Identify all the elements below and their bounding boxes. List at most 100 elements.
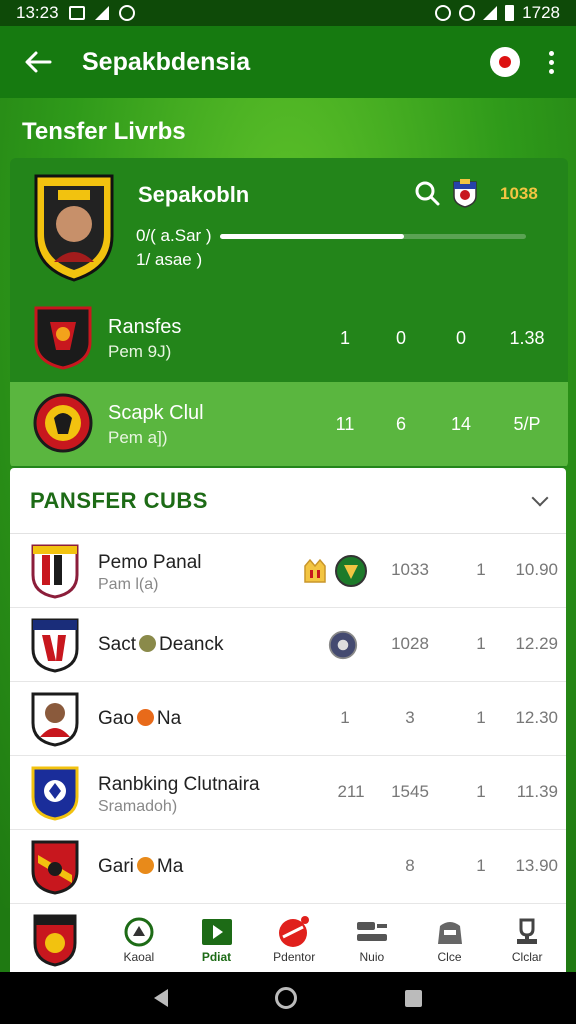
player-avatar-icon bbox=[31, 692, 79, 747]
nav-item-label: Pdentor bbox=[273, 950, 316, 964]
list-item-value: 1 bbox=[476, 634, 486, 653]
featured-line-2: 1/ asae ) bbox=[136, 250, 203, 269]
list-item-name-b: Deanck bbox=[159, 634, 224, 655]
app-bar: Sepakbdensia bbox=[0, 26, 576, 98]
crown-badge-icon bbox=[304, 558, 326, 583]
club-stat: 5/P bbox=[513, 414, 541, 434]
more-vertical-icon bbox=[548, 50, 554, 56]
list-item-name: Sact Deanck bbox=[98, 634, 223, 656]
club-stat: 1.38 bbox=[509, 328, 545, 348]
list-item-value: 1 bbox=[340, 708, 350, 727]
clubs-list: PANSFER CUBS Pemo Panal Pam l(a) 1033 1 … bbox=[10, 468, 566, 908]
list-item-value: 10.90 bbox=[515, 560, 558, 579]
battery-icon bbox=[505, 5, 515, 21]
ball-icon bbox=[279, 916, 310, 947]
search-icon[interactable] bbox=[414, 180, 440, 206]
list-item-name: Ranbking Clutnaira bbox=[98, 774, 260, 795]
profile-button[interactable] bbox=[490, 47, 520, 77]
list-item-value: 1 bbox=[476, 782, 486, 801]
section-title: Tensfer Livrbs bbox=[22, 118, 186, 145]
play-icon bbox=[201, 919, 232, 945]
trophy-icon bbox=[517, 918, 538, 944]
club-subtitle: Pem a]) bbox=[108, 428, 168, 447]
nav-item-active[interactable]: Pdiat bbox=[178, 916, 256, 964]
more-options-button[interactable] bbox=[546, 50, 556, 74]
list-item-subtitle: Sramadoh) bbox=[98, 798, 178, 815]
flag-badge-icon bbox=[453, 179, 477, 208]
nav-item-label: Clclar bbox=[511, 950, 543, 964]
nav-item[interactable]: Clclar bbox=[488, 916, 566, 964]
club-badge-icon bbox=[328, 630, 358, 660]
featured-name: Sepakobln bbox=[138, 182, 250, 207]
list-item[interactable]: Pemo Panal Pam l(a) 1033 1 10.90 bbox=[10, 534, 566, 608]
club-stat: 0 bbox=[395, 328, 406, 348]
featured-score: 1038 bbox=[500, 184, 538, 203]
list-item-name-b: Ma bbox=[156, 856, 184, 877]
club-row[interactable]: Ransfes Pem 9J) 1 0 0 1.38 bbox=[10, 296, 568, 380]
player-crest-icon bbox=[34, 174, 114, 282]
nav-item[interactable]: Clce bbox=[411, 916, 489, 964]
list-item-value: 1033 bbox=[391, 560, 429, 579]
list-item-name-a: Gari bbox=[98, 856, 134, 877]
list-item-value: 12.29 bbox=[515, 634, 558, 653]
list-item-name-a: Sact bbox=[98, 634, 137, 655]
list-title: PANSFER CUBS bbox=[30, 487, 208, 513]
club-badge-icon bbox=[335, 555, 367, 587]
ball-icon bbox=[139, 635, 157, 652]
status-bar: 13:23 1728 bbox=[0, 0, 576, 26]
list-item-name: Gari Ma bbox=[98, 856, 183, 878]
nav-item[interactable]: Pdentor bbox=[255, 916, 333, 964]
back-button[interactable] bbox=[20, 44, 56, 80]
sync-icon bbox=[118, 5, 135, 21]
nav-item[interactable]: Kaoal bbox=[100, 916, 178, 964]
featured-player[interactable]: Sepakobln 0/( a.Sar ) 1/ asae ) 1038 bbox=[10, 158, 568, 286]
system-recents-icon[interactable] bbox=[405, 989, 423, 1007]
ball-icon bbox=[136, 709, 154, 726]
system-home-icon[interactable] bbox=[275, 987, 298, 1009]
list-item[interactable]: Gari Ma 8 1 13.90 bbox=[10, 830, 566, 904]
list-item-value: 1028 bbox=[391, 634, 429, 653]
list-item-value: 1 bbox=[476, 560, 486, 579]
list-item-name: Gao Na bbox=[98, 708, 181, 730]
club-stat: 14 bbox=[450, 414, 472, 434]
whistle-icon bbox=[124, 917, 154, 947]
list-item-value: 13.90 bbox=[515, 856, 558, 875]
list-item-value: 1 bbox=[476, 856, 486, 875]
list-header[interactable]: PANSFER CUBS bbox=[10, 468, 566, 534]
list-item-value: 1545 bbox=[391, 782, 429, 801]
list-item-value: 3 bbox=[405, 708, 415, 727]
club-row-selected[interactable]: Scapk Clul Pem a]) 11 6 14 5/P bbox=[10, 382, 568, 466]
list-item-name-b: Na bbox=[156, 708, 182, 729]
nav-club-crest[interactable] bbox=[10, 913, 100, 967]
shirt-icon bbox=[437, 922, 462, 944]
app-title: Sepakbdensia bbox=[82, 47, 251, 76]
list-item[interactable]: Ranbking Clutnaira Sramadoh) 211 1545 1 … bbox=[10, 756, 566, 830]
featured-progress-fill bbox=[220, 234, 404, 239]
list-item-value: 11.39 bbox=[516, 782, 558, 801]
mute-icon bbox=[435, 5, 452, 21]
club-stat: 0 bbox=[455, 328, 466, 348]
featured-card: Sepakobln 0/( a.Sar ) 1/ asae ) 1038 Ran… bbox=[10, 158, 568, 468]
list-item[interactable]: Gao Na 1 3 1 12.30 bbox=[10, 682, 566, 756]
nav-item[interactable]: Nuio bbox=[333, 916, 411, 964]
chevron-down-icon[interactable] bbox=[531, 489, 549, 506]
nav-item-label: Kaoal bbox=[123, 950, 155, 964]
featured-progress-bar bbox=[220, 234, 526, 239]
profile-icon bbox=[499, 56, 511, 68]
nav-item-label: Pdiat bbox=[201, 950, 232, 964]
list-item-name: Pemo Panal bbox=[98, 552, 202, 573]
arrow-left-icon bbox=[25, 51, 52, 73]
nav-item-label: Clce bbox=[437, 950, 462, 964]
battery-text: 1728 bbox=[522, 3, 560, 22]
list-item[interactable]: Sact Deanck 1028 1 12.29 bbox=[10, 608, 566, 682]
ball-icon bbox=[136, 857, 154, 874]
club-crest-icon bbox=[33, 914, 77, 967]
cell-signal-icon bbox=[483, 6, 498, 20]
bottom-nav: Kaoal Pdiat Pdentor Nuio Clce Clclar bbox=[10, 908, 566, 972]
system-back-icon[interactable] bbox=[153, 989, 168, 1007]
data-saver-icon bbox=[459, 5, 476, 21]
signal-notification-icon bbox=[94, 6, 109, 20]
club-crest-icon bbox=[31, 766, 79, 821]
club-stat: 6 bbox=[395, 414, 406, 434]
list-item-name-a: Gao bbox=[98, 708, 134, 729]
